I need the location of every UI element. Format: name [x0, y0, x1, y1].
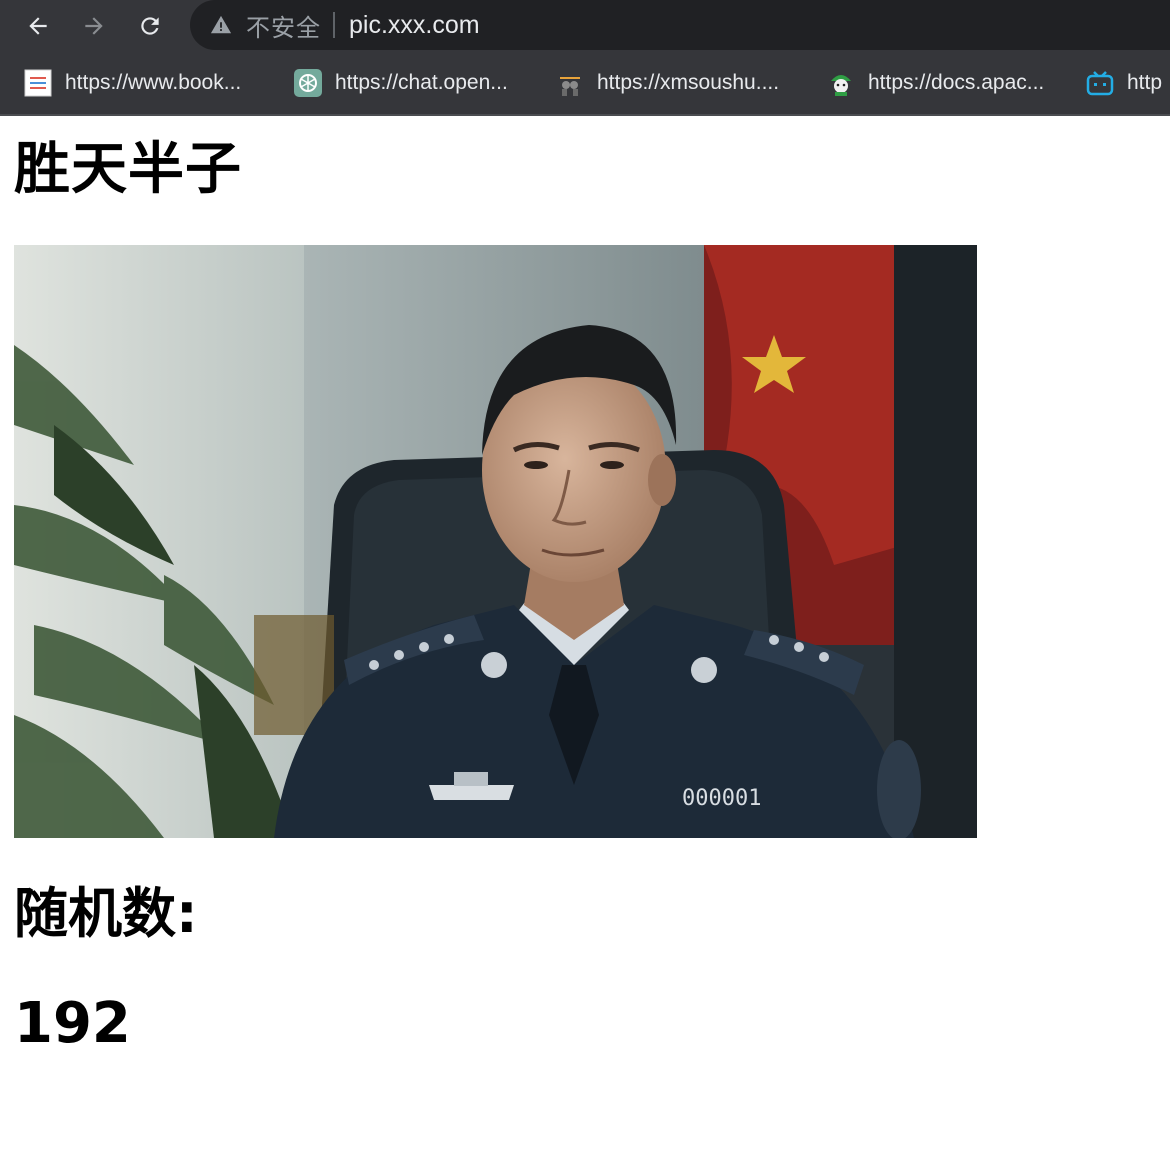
arrow-right-icon: [85, 17, 103, 35]
bookmark-label: https://xmsoushu....: [597, 71, 780, 94]
back-button[interactable]: [16, 4, 60, 48]
owl-icon: [556, 69, 584, 97]
bilibili-icon: [1086, 69, 1114, 97]
url-text[interactable]: pic.xxx.com: [349, 11, 480, 40]
bookmark-docs[interactable]: https://docs.apac...: [827, 52, 1044, 114]
page-title: 胜天半子: [14, 137, 242, 202]
bookmark-label: https://chat.open...: [335, 71, 508, 94]
random-number-value: 192: [14, 991, 131, 1056]
officer-photo: 000001: [14, 245, 977, 838]
bookmark-label: https://docs.apac...: [868, 71, 1045, 94]
book-icon: [24, 69, 52, 97]
reload-button[interactable]: [128, 4, 172, 48]
warning-icon[interactable]: [210, 14, 232, 36]
address-bar[interactable]: 不安全 pic.xxx.com: [190, 0, 1170, 50]
openai-icon: [294, 69, 322, 97]
bookmark-label: http: [1127, 71, 1163, 94]
browser-toolbar: 不安全 pic.xxx.com: [0, 0, 1170, 52]
bookmark-book[interactable]: https://www.book...: [24, 52, 241, 114]
random-number-label: 随机数:: [14, 882, 198, 945]
bookmark-xmsoushu[interactable]: https://xmsoushu....: [556, 52, 779, 114]
security-status[interactable]: 不安全: [246, 8, 321, 43]
bookmarks-bar: https://www.book... https://chat.open...…: [0, 52, 1170, 116]
bookmark-label: https://www.book...: [65, 71, 242, 94]
forward-button[interactable]: [72, 4, 116, 48]
bookmark-bilibili[interactable]: http: [1086, 52, 1162, 114]
arrow-left-icon: [29, 17, 47, 35]
bookmark-chat[interactable]: https://chat.open...: [294, 52, 508, 114]
badge-number: 000001: [682, 786, 761, 811]
reload-icon: [141, 17, 159, 35]
divider: [333, 12, 335, 38]
soldier-icon: [827, 69, 855, 97]
